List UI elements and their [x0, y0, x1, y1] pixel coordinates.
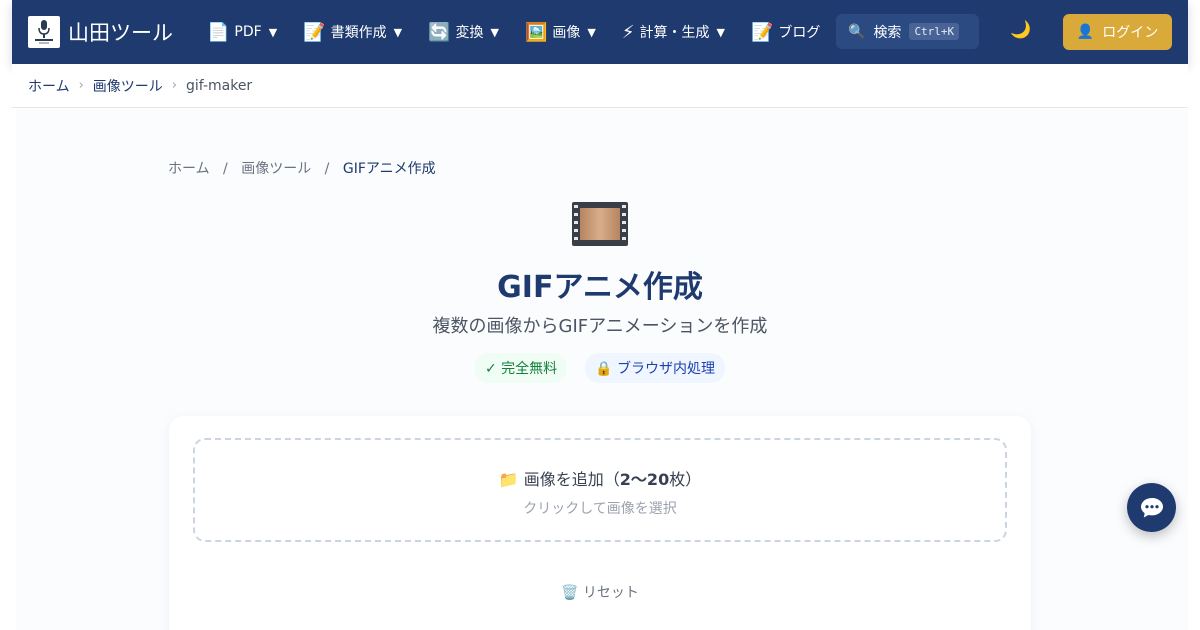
- search-icon: 🔍: [848, 23, 866, 40]
- breadcrumb: ホーム › 画像ツール › gif-maker: [12, 64, 1188, 108]
- chat-button[interactable]: [1127, 483, 1176, 532]
- search-label: 検索: [873, 24, 902, 41]
- film-frames-icon: [572, 202, 628, 246]
- nav-label: 変換: [455, 25, 484, 41]
- breadcrumb-separator: ›: [78, 78, 84, 93]
- page-crumb-home[interactable]: ホーム: [168, 161, 210, 177]
- dropzone-title-post: 枚）: [669, 470, 702, 489]
- tool-card: 📁 画像を追加（2〜20枚） クリックして画像を選択 🗑️ リセット: [169, 416, 1031, 630]
- page-crumb-current: GIFアニメ作成: [342, 161, 436, 177]
- nav-image[interactable]: 🖼️ 画像 ▼: [525, 22, 596, 43]
- keyboard-shortcut: Ctrl+K: [909, 23, 960, 40]
- feature-badges: ✓ 完全無料 🔒 ブラウザ内処理: [0, 353, 1200, 383]
- user-icon: 👤: [1076, 24, 1095, 40]
- nav-documents[interactable]: 📝 書類作成 ▼: [303, 22, 402, 43]
- page-breadcrumb: ホーム / 画像ツール / GIFアニメ作成: [168, 158, 436, 178]
- folder-icon: 📁: [498, 470, 519, 489]
- moon-icon[interactable]: 🌙: [1010, 20, 1031, 40]
- nav-calc-generate[interactable]: ⚡ 計算・生成 ▼: [622, 22, 725, 43]
- login-label: ログイン: [1102, 25, 1159, 41]
- free-badge: ✓ 完全無料: [474, 353, 568, 383]
- breadcrumb-separator: ›: [171, 78, 177, 93]
- site-logo[interactable]: 山田ツール: [28, 16, 173, 48]
- main-nav: 📄 PDF ▼ 📝 書類作成 ▼ 🔄 変換 ▼ 🖼️ 画像 ▼ ⚡ 計算・生成 …: [207, 22, 846, 43]
- login-button[interactable]: 👤 ログイン: [1063, 14, 1172, 50]
- browser-processing-badge: 🔒 ブラウザ内処理: [585, 353, 726, 383]
- page-title-bold: GIF: [497, 270, 554, 305]
- memo-icon: 📝: [750, 21, 774, 43]
- page-crumb-separator: /: [324, 161, 330, 177]
- nav-blog[interactable]: 📝 ブログ: [751, 22, 820, 43]
- dropzone-hint: クリックして画像を選択: [523, 501, 677, 517]
- nav-label: 画像: [552, 25, 581, 41]
- breadcrumb-current: gif-maker: [186, 77, 253, 94]
- site-name: 山田ツール: [68, 21, 173, 45]
- breadcrumb-home[interactable]: ホーム: [28, 76, 70, 96]
- reset-button[interactable]: 🗑️ リセット: [169, 582, 1031, 602]
- convert-icon: 🔄: [428, 21, 451, 43]
- dropzone-title: 📁 画像を追加（2〜20枚）: [195, 466, 1005, 490]
- search-button[interactable]: 🔍 検索 Ctrl+K: [836, 14, 979, 49]
- breadcrumb-category[interactable]: 画像ツール: [93, 76, 163, 96]
- nav-pdf[interactable]: 📄 PDF ▼: [207, 22, 277, 43]
- page-title-rest: アニメ作成: [553, 270, 703, 305]
- nav-convert[interactable]: 🔄 変換 ▼: [428, 22, 499, 43]
- chat-bubble-icon: [1140, 497, 1163, 517]
- top-navbar: 山田ツール 📄 PDF ▼ 📝 書類作成 ▼ 🔄 変換 ▼ 🖼️ 画像 ▼ ⚡ …: [12, 0, 1188, 64]
- caret-down-icon: ▼: [393, 25, 403, 39]
- page-title: GIFアニメ作成: [0, 262, 1200, 306]
- dropzone-count: 2〜20: [619, 470, 670, 489]
- caret-down-icon: ▼: [716, 25, 725, 39]
- nav-label: 書類作成: [330, 25, 387, 41]
- logo-icon: [28, 16, 60, 48]
- page-subtitle: 複数の画像からGIFアニメーションを作成: [432, 316, 768, 337]
- page-crumb-category[interactable]: 画像ツール: [241, 161, 311, 177]
- nav-label: 計算・生成: [639, 25, 710, 41]
- caret-down-icon: ▼: [587, 25, 596, 39]
- caret-down-icon: ▼: [490, 25, 499, 39]
- memo-icon: 📝: [303, 21, 326, 43]
- dropzone-title-pre: 画像を追加（: [523, 470, 620, 489]
- nav-label: PDF: [234, 24, 262, 40]
- page-crumb-separator: /: [223, 161, 228, 177]
- image-dropzone[interactable]: 📁 画像を追加（2〜20枚） クリックして画像を選択: [193, 438, 1007, 542]
- picture-icon: 🖼️: [524, 21, 548, 43]
- document-icon: 📄: [207, 21, 230, 43]
- caret-down-icon: ▼: [268, 25, 278, 39]
- lightning-icon: ⚡: [621, 21, 635, 43]
- nav-label: ブログ: [778, 25, 821, 41]
